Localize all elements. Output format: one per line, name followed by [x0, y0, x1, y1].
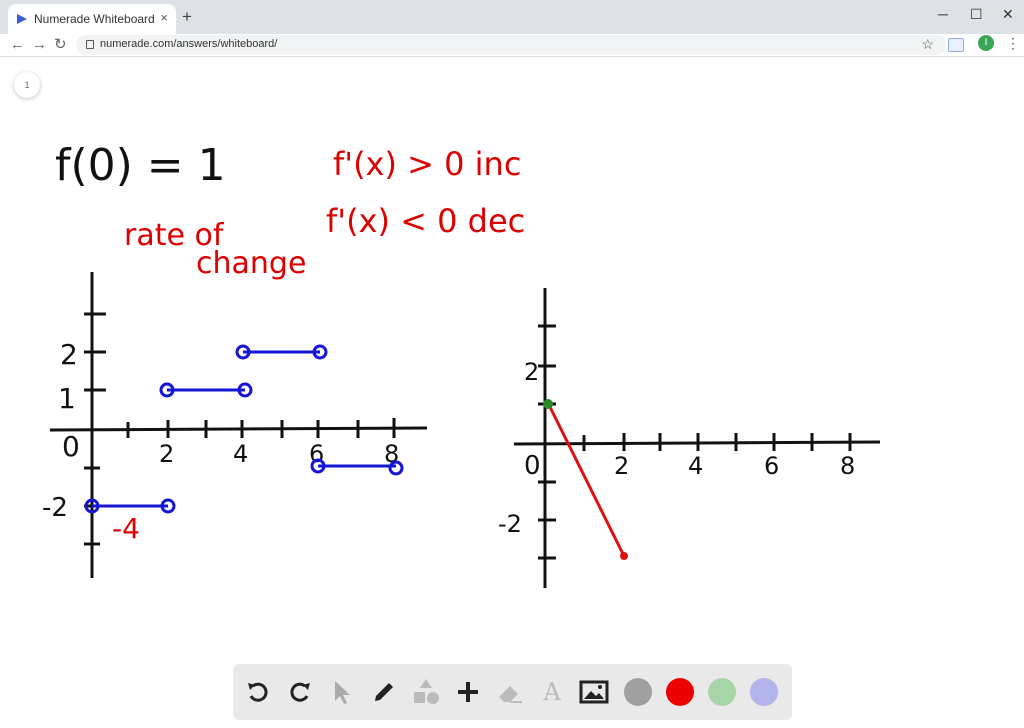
left-graph-x-label-0: 0	[62, 430, 80, 463]
window-maximize-button[interactable]: ☐	[970, 6, 983, 23]
gray-swatch	[624, 678, 652, 706]
right-graph-y-label-neg2: -2	[498, 510, 522, 538]
left-graph-x-axis	[49, 426, 428, 432]
color-swatch-purple[interactable]	[747, 674, 781, 710]
note-f-of-zero: f(0) = 1	[55, 140, 226, 191]
eraser-tool-button[interactable]	[493, 674, 527, 710]
eraser-icon	[499, 686, 522, 703]
browser-menu-icon[interactable]: ⋮	[1006, 36, 1020, 50]
tab-title: Numerade Whiteboard	[34, 12, 155, 26]
window-minimize-button[interactable]: ─	[938, 6, 948, 22]
left-graph-y-label-neg2: -2	[42, 493, 68, 523]
back-button[interactable]: ←	[10, 36, 25, 54]
green-swatch	[708, 678, 736, 706]
right-graph: 0 2 4 6 8 2 -2	[498, 288, 881, 588]
pencil-icon	[375, 683, 393, 701]
bookmark-star-icon[interactable]: ☆	[921, 36, 934, 53]
lock-icon	[86, 40, 94, 49]
note-change: change	[196, 246, 306, 281]
browser-tab[interactable]: Numerade Whiteboard ×	[8, 4, 176, 34]
shapes-tool-button[interactable]	[409, 674, 443, 710]
extension-icon[interactable]	[948, 38, 964, 52]
right-graph-red-endpoint	[620, 552, 628, 560]
url-text: numerade.com/answers/whiteboard/	[100, 38, 278, 50]
left-graph-x-label-2: 2	[159, 440, 174, 468]
purple-swatch	[750, 678, 778, 706]
new-tab-button[interactable]: +	[182, 8, 192, 25]
color-swatch-gray[interactable]	[621, 674, 655, 710]
image-tool-button[interactable]	[577, 674, 611, 710]
right-graph-red-line	[547, 404, 626, 557]
right-graph-x-label-2: 2	[614, 452, 629, 480]
right-graph-x-label-6: 6	[764, 452, 779, 480]
whiteboard-toolbar: A	[233, 664, 792, 720]
profile-avatar[interactable]: I	[978, 35, 994, 51]
redo-button[interactable]	[283, 674, 317, 710]
add-button[interactable]	[451, 674, 485, 710]
right-graph-y-label-2: 2	[524, 358, 539, 386]
note-negative-four: -4	[112, 512, 140, 545]
text-icon: A	[543, 678, 561, 706]
redo-icon	[290, 682, 310, 702]
whiteboard-canvas[interactable]: f(0) = 1 f'(x) > 0 inc f'(x) < 0 dec rat…	[0, 57, 1024, 728]
window-close-button[interactable]: ✕	[1002, 6, 1014, 23]
text-tool-button[interactable]: A	[535, 674, 569, 710]
note-derivative-increasing: f'(x) > 0 inc	[333, 145, 521, 183]
address-bar[interactable]: numerade.com/answers/whiteboard/ ☆	[76, 35, 946, 55]
tab-close-icon[interactable]: ×	[160, 10, 168, 25]
right-graph-green-point	[543, 399, 553, 409]
browser-toolbar: ← → ↻ numerade.com/answers/whiteboard/ ☆	[0, 34, 1024, 57]
right-graph-x-label-4: 4	[688, 452, 703, 480]
pencil-tool-button[interactable]	[367, 674, 401, 710]
undo-icon	[248, 682, 268, 702]
numerade-favicon-icon	[17, 14, 27, 24]
reload-button[interactable]: ↻	[54, 36, 67, 54]
right-graph-x-label-0: 0	[524, 451, 541, 481]
undo-button[interactable]	[241, 674, 275, 710]
note-derivative-decreasing: f'(x) < 0 dec	[326, 202, 525, 240]
left-graph-y-label-1: 1	[58, 382, 76, 415]
color-swatch-green[interactable]	[705, 674, 739, 710]
left-graph: 0 2 4 6 8 2 1 -2 -4	[42, 272, 428, 578]
left-graph-y-label-2: 2	[60, 338, 78, 371]
red-swatch	[666, 678, 694, 706]
color-swatch-red[interactable]	[663, 674, 697, 710]
pointer-tool-button[interactable]	[325, 674, 359, 710]
forward-button[interactable]: →	[32, 36, 47, 54]
page-indicator[interactable]: 1	[14, 72, 40, 98]
left-graph-x-label-4: 4	[233, 440, 248, 468]
plus-icon	[458, 682, 478, 702]
right-graph-y-ticks	[538, 324, 556, 560]
browser-tab-strip: Numerade Whiteboard × + ─ ☐ ✕	[0, 0, 1024, 34]
image-icon	[579, 680, 609, 704]
right-graph-x-label-8: 8	[840, 452, 855, 480]
shapes-icon	[414, 679, 439, 704]
pointer-icon	[335, 681, 350, 704]
